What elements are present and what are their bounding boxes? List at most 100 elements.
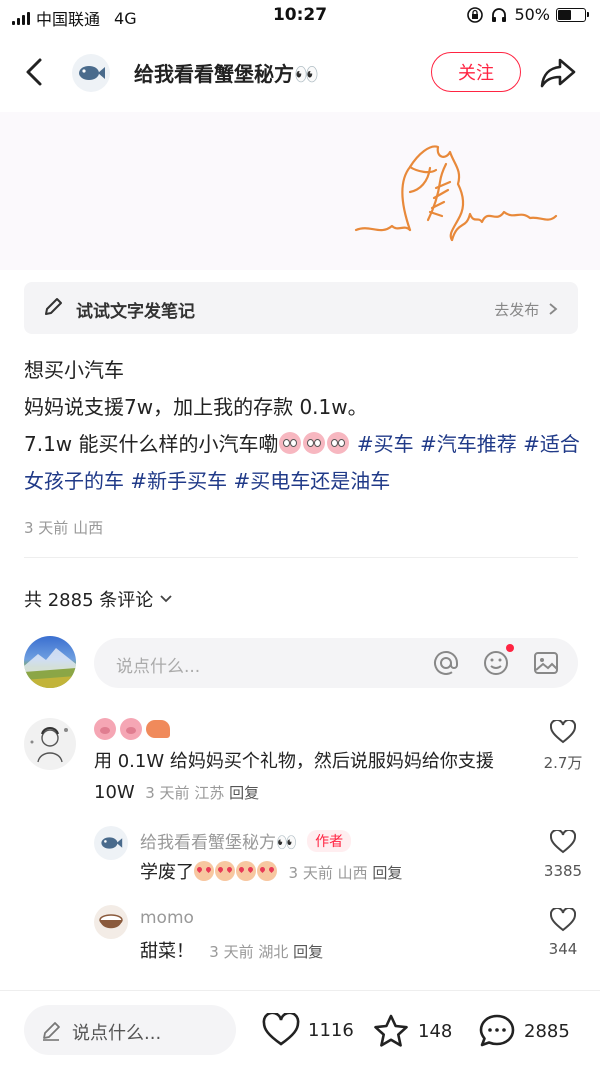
heart-icon [549,906,577,932]
reply-like-button[interactable]: 3385 [533,828,593,880]
fish-icon [79,66,105,80]
reply-author-name[interactable]: 给我看看蟹堡秘方👀 作者 [140,828,352,853]
author-avatar[interactable] [72,54,110,92]
hashtag-link[interactable]: #汽车推荐 [420,432,517,456]
comments-count-label: 共 2885 条评论 [24,590,154,611]
comments-button[interactable]: 2885 [478,1013,570,1049]
reply-text[interactable]: 甜菜！ 3 天前 湖北 回复 [140,936,530,968]
headphones-icon [492,7,507,22]
heart-eyes-icon [236,861,256,881]
chevron-left-icon [26,58,42,86]
emoji-icon[interactable] [482,649,510,677]
comments-count-toggle[interactable]: 共 2885 条评论 [24,586,173,612]
post-image[interactable] [0,112,600,270]
post-line-2: 妈妈说支援7w，加上我的存款 0.1w。 [24,395,368,419]
post-meta: 3 天前 山西 [24,519,104,537]
try-note-label: 试试文字发笔记 [76,302,195,322]
reply-like-button[interactable]: 344 [533,906,593,958]
mention-icon[interactable] [432,649,460,677]
like-count: 1116 [308,1019,354,1041]
reply-like-count: 344 [548,940,578,958]
post-line-3-text: 7.1w 能买什么样的小汽车嘞 [24,432,279,456]
share-button[interactable] [538,54,578,90]
sketch-avatar-image [30,727,68,763]
bottom-input-placeholder: 说点什么... [72,1023,162,1044]
reply-author-name[interactable]: momo [140,908,194,928]
shrimp-emoji-icon [146,720,170,738]
comment-like-count: 2.7万 [543,754,583,772]
post-line-1: 想买小汽车 [24,358,124,382]
hashtag-link[interactable]: #买车 [357,432,414,456]
reply-button[interactable]: 回复 [372,864,402,882]
reply-location: 湖北 [258,943,289,961]
star-icon [374,1014,408,1047]
hashtag-link[interactable]: #买电车还是油车 [233,469,390,493]
reply-author-name-text: 给我看看蟹堡秘方👀 [140,833,298,853]
author-name[interactable]: 给我看看蟹堡秘方👀 [134,58,319,87]
comment-text[interactable]: 用 0.1W 给妈妈买个礼物，然后说服妈妈给你支援 10W 3 天前 江苏 回复 [94,746,534,809]
reply-location: 山西 [337,864,368,882]
comment-input-placeholder: 说点什么... [116,657,201,677]
crying-face-icon [302,432,325,454]
reply-button[interactable]: 回复 [229,784,259,802]
status-bar: 中国联通 4G 10:27 50% [0,0,600,32]
my-avatar[interactable] [24,636,76,688]
comment-like-button[interactable]: 2.7万 [533,718,593,773]
reply-text[interactable]: 学废了 3 天前 山西 回复 [140,857,530,889]
leaf-doodle-icon [354,145,558,242]
heart-eyes-icon [215,861,235,881]
reply-body: 学废了 [140,862,194,883]
reply-meta: 3 天前 湖北 回复 [200,943,323,961]
collect-count: 148 [418,1020,453,1042]
reply-time: 3 天前 [288,864,333,882]
author-badge: 作者 [307,830,352,852]
pencil-icon [45,298,62,315]
pig-emoji-icon [120,718,142,740]
fish-icon [101,837,123,849]
comment-location: 江苏 [194,784,225,802]
reply-avatar[interactable] [94,905,128,939]
image-icon[interactable] [532,649,560,677]
bowl-avatar-image [99,914,123,929]
share-icon [540,58,576,88]
crying-face-icon [326,432,349,454]
divider [24,557,578,558]
commenter-avatar[interactable] [24,718,76,770]
heart-eyes-icon [194,861,214,881]
reply-button[interactable]: 回复 [293,943,323,961]
hashtag-link[interactable]: #新手买车 [130,469,227,493]
rotation-lock-icon [467,6,484,23]
follow-button[interactable]: 关注 [431,52,521,92]
notification-dot [506,644,514,652]
comment-meta: 3 天前 江苏 回复 [140,784,259,802]
reply-avatar[interactable] [94,826,128,860]
bottom-bar: 说点什么... 1116 148 2885 [0,990,600,1067]
commenter-name[interactable] [94,718,170,740]
back-button[interactable] [18,52,54,92]
chevron-down-icon [160,595,172,603]
try-text-note-bar[interactable]: 试试文字发笔记 去发布 [24,282,578,334]
crying-face-icon [278,432,301,454]
landscape-avatar-image [24,648,76,688]
comment-input[interactable]: 说点什么... [94,638,578,688]
battery-icon [556,7,589,22]
status-right: 50% [466,5,589,24]
bottom-comment-input[interactable]: 说点什么... [24,1005,236,1055]
comment-time: 3 天前 [145,784,190,802]
reply-meta: 3 天前 山西 回复 [284,864,403,882]
heart-icon [262,1013,300,1046]
like-button[interactable]: 1116 [262,1013,354,1047]
post-line-3: 7.1w 能买什么样的小汽车嘞 #买车 #汽车推荐 #适合女孩子的车 #新手买车… [24,426,584,500]
comment-count: 2885 [524,1020,570,1042]
collect-button[interactable]: 148 [372,1013,452,1049]
nav-bar: 给我看看蟹堡秘方👀 关注 [0,40,600,104]
go-publish-link[interactable]: 去发布 [494,299,558,320]
chevron-right-icon [549,303,558,315]
reply-like-count: 3385 [543,862,583,880]
battery-percent: 50% [514,5,550,24]
heart-icon [549,718,577,744]
heart-icon [549,828,577,854]
post-content: 想买小汽车 妈妈说支援7w，加上我的存款 0.1w。 7.1w 能买什么样的小汽… [24,352,584,500]
reply-body: 甜菜！ [140,941,194,962]
go-publish-label: 去发布 [494,301,540,319]
